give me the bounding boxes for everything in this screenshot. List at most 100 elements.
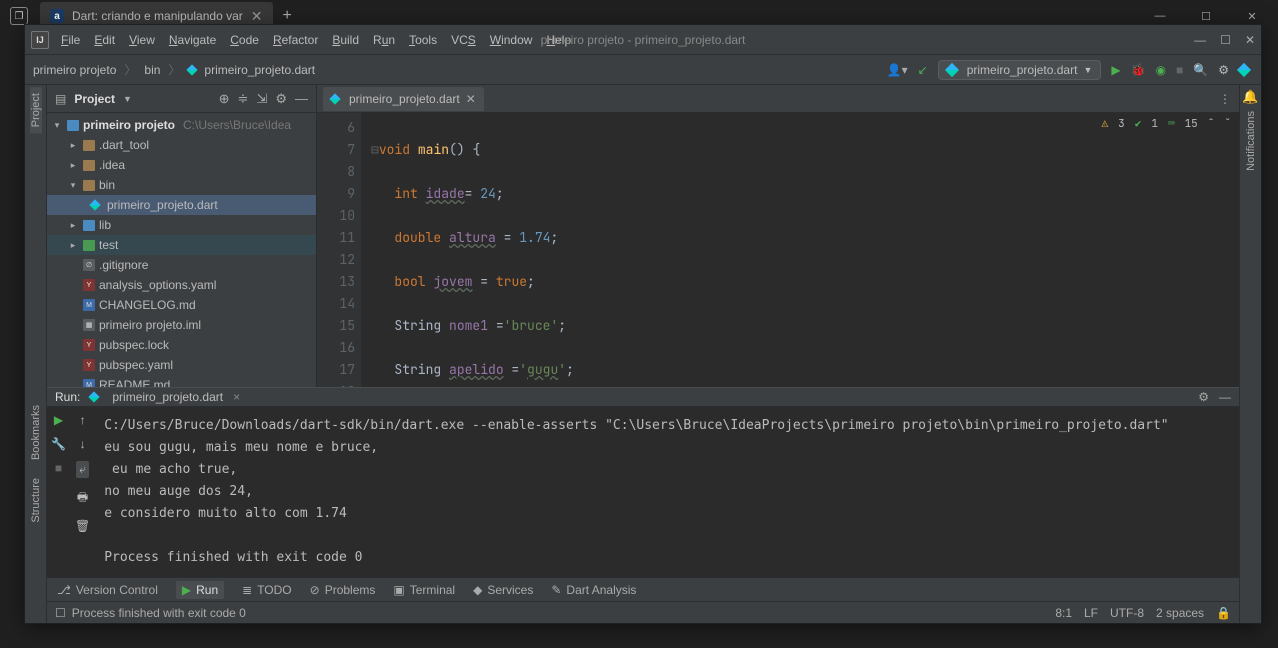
tab-todo[interactable]: ≣TODO xyxy=(242,583,292,597)
tab-version-control[interactable]: ⎇Version Control xyxy=(57,583,158,597)
close-tab-icon[interactable]: ✕ xyxy=(251,8,263,25)
copy-icon: ❐ xyxy=(15,11,24,22)
debug-button[interactable]: 🐞 xyxy=(1131,63,1146,77)
bookmarks-tool-button[interactable]: Bookmarks xyxy=(30,399,42,466)
menu-view[interactable]: View xyxy=(129,33,155,47)
ide-close-button[interactable]: ✕ xyxy=(1245,33,1255,47)
print-icon[interactable]: 🖶 xyxy=(77,488,88,509)
menu-code[interactable]: Code xyxy=(230,33,259,47)
breadcrumb-folder[interactable]: bin xyxy=(144,63,160,77)
tree-folder-bin[interactable]: ▾bin xyxy=(47,175,316,195)
menu-build[interactable]: Build xyxy=(332,33,359,47)
stop-button[interactable]: ■ xyxy=(55,461,62,475)
settings-icon[interactable]: ⚙ xyxy=(1198,390,1209,404)
indent-config[interactable]: 2 spaces xyxy=(1156,606,1204,620)
settings-icon[interactable]: ⚙ xyxy=(275,91,287,107)
tree-folder[interactable]: ▸.idea xyxy=(47,155,316,175)
tools-icon[interactable]: 🔧 xyxy=(51,437,66,451)
stop-button[interactable]: ■ xyxy=(1176,63,1183,77)
build-button[interactable]: ↙ xyxy=(918,63,928,77)
menu-edit[interactable]: Edit xyxy=(94,33,115,47)
tree-file[interactable]: Ypubspec.yaml xyxy=(47,355,316,375)
tree-file[interactable]: ∅.gitignore xyxy=(47,255,316,275)
structure-tool-button[interactable]: Structure xyxy=(30,472,42,529)
user-icon[interactable]: 👤▾ xyxy=(887,63,908,77)
editor-tab[interactable]: primeiro_projeto.dart ✕ xyxy=(323,87,484,111)
ide-maximize-button[interactable]: ☐ xyxy=(1220,33,1231,47)
menu-navigate[interactable]: Navigate xyxy=(169,33,216,47)
menu-refactor[interactable]: Refactor xyxy=(273,33,318,47)
lock-icon[interactable]: 🔒 xyxy=(1216,606,1231,620)
run-output[interactable]: C:/Users/Bruce/Downloads/dart-sdk/bin/da… xyxy=(94,407,1239,577)
expand-all-icon[interactable]: ≑ xyxy=(238,91,249,107)
tree-file[interactable]: Yanalysis_options.yaml xyxy=(47,275,316,295)
tree-file[interactable]: MCHANGELOG.md xyxy=(47,295,316,315)
menu-tools[interactable]: Tools xyxy=(409,33,437,47)
tree-file[interactable]: MREADME.md xyxy=(47,375,316,387)
md-file-icon: M xyxy=(83,379,95,387)
soft-wrap-icon[interactable]: ⤶ xyxy=(76,461,89,478)
menu-run[interactable]: Run xyxy=(373,33,395,47)
breadcrumb-root[interactable]: primeiro projeto xyxy=(33,63,116,77)
trash-icon[interactable]: 🗑 xyxy=(75,519,90,533)
run-tab-label[interactable]: primeiro_projeto.dart xyxy=(112,390,223,404)
notifications-icon[interactable]: 🔔 xyxy=(1242,89,1258,105)
run-button[interactable]: ▶ xyxy=(1111,63,1120,77)
status-icon[interactable]: ☐ xyxy=(55,606,66,620)
minimize-button[interactable]: — xyxy=(1146,10,1174,23)
tree-folder[interactable]: ▸lib xyxy=(47,215,316,235)
chevron-down-icon[interactable]: ˇ xyxy=(1224,117,1231,131)
tree-root[interactable]: ▾ primeiro projeto C:\Users\Bruce\Idea xyxy=(47,115,316,135)
tab-dart-analysis[interactable]: ✎Dart Analysis xyxy=(551,583,636,597)
line-separator[interactable]: LF xyxy=(1084,606,1098,620)
project-tree[interactable]: ▾ primeiro projeto C:\Users\Bruce\Idea ▸… xyxy=(47,113,316,387)
inspection-widget[interactable]: ⚠3 ✔1 ⌨15 ˆ ˇ xyxy=(1102,117,1232,131)
breadcrumb-file[interactable]: primeiro_projeto.dart xyxy=(204,63,315,77)
tab-run[interactable]: ▶Run xyxy=(176,581,224,599)
close-run-tab-icon[interactable]: × xyxy=(233,390,240,404)
tree-folder-test[interactable]: ▸test xyxy=(47,235,316,255)
tree-file[interactable]: Ypubspec.lock xyxy=(47,335,316,355)
editor-code[interactable]: ⊟void main() { int idade= 24; double alt… xyxy=(361,113,1239,387)
menu-vcs[interactable]: VCS xyxy=(451,33,476,47)
rerun-button[interactable]: ▶ xyxy=(54,413,63,427)
main-menu: File Edit View Navigate Code Refactor Bu… xyxy=(61,33,571,47)
hide-icon[interactable]: — xyxy=(295,91,308,107)
tab-services[interactable]: ◆Services xyxy=(473,583,533,597)
tab-terminal[interactable]: ▣Terminal xyxy=(393,583,455,597)
tree-folder[interactable]: ▸.dart_tool xyxy=(47,135,316,155)
search-button[interactable]: 🔍 xyxy=(1193,63,1208,77)
status-bar: ☐ Process finished with exit code 0 8:1 … xyxy=(47,601,1239,623)
run-config-selector[interactable]: primeiro_projeto.dart ▼ xyxy=(938,60,1102,80)
file-encoding[interactable]: UTF-8 xyxy=(1110,606,1144,620)
select-opened-icon[interactable]: ⊕ xyxy=(219,91,230,107)
vcs-icon: ⎇ xyxy=(57,583,71,597)
notifications-tool-button[interactable]: Notifications xyxy=(1245,105,1257,177)
caret-position[interactable]: 8:1 xyxy=(1055,606,1072,620)
project-tool-button[interactable]: Project xyxy=(30,87,42,133)
maximize-button[interactable]: ☐ xyxy=(1192,10,1220,23)
menu-file[interactable]: File xyxy=(61,33,80,47)
tree-file-active[interactable]: primeiro_projeto.dart xyxy=(47,195,316,215)
dart-logo-icon[interactable] xyxy=(1239,63,1253,77)
up-icon[interactable]: ↑ xyxy=(80,413,86,427)
yaml-file-icon: Y xyxy=(83,359,95,371)
dart-file-icon xyxy=(187,64,198,75)
close-window-button[interactable]: ✕ xyxy=(1238,10,1266,23)
chevron-down-icon[interactable]: ▼ xyxy=(123,94,132,104)
chevron-down-icon[interactable]: ▾ xyxy=(51,120,63,131)
coverage-button[interactable]: ◉ xyxy=(1156,63,1166,77)
collapse-all-icon[interactable]: ⇲ xyxy=(256,91,267,107)
settings-button[interactable]: ⚙ xyxy=(1218,63,1229,77)
tree-file[interactable]: ▦primeiro projeto.iml xyxy=(47,315,316,335)
play-icon: ▶ xyxy=(182,583,191,597)
menu-window[interactable]: Window xyxy=(490,33,533,47)
close-tab-icon[interactable]: ✕ xyxy=(466,92,476,106)
chevron-up-icon[interactable]: ˆ xyxy=(1208,117,1215,131)
ide-minimize-button[interactable]: — xyxy=(1194,33,1206,47)
down-icon[interactable]: ↓ xyxy=(80,437,86,451)
hide-icon[interactable]: — xyxy=(1219,390,1231,404)
new-tab-button[interactable]: + xyxy=(283,7,292,25)
tab-problems[interactable]: ⊘Problems xyxy=(310,583,376,597)
more-tabs-icon[interactable]: ⋮ xyxy=(1211,92,1239,106)
